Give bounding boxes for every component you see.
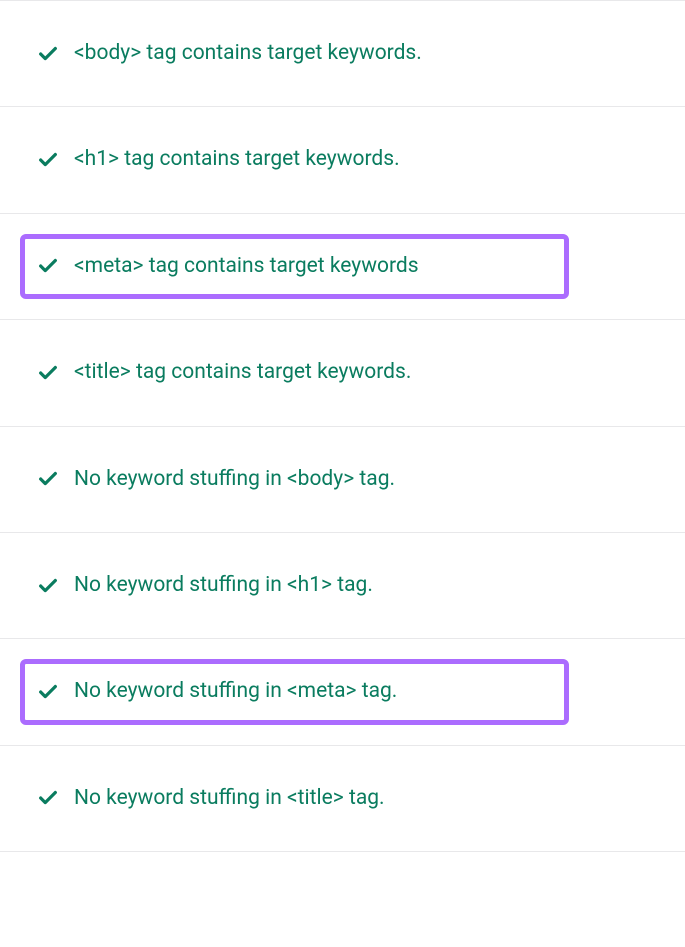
check-item-body-keywords[interactable]: <body> tag contains target keywords. [0,0,685,107]
check-text: No keyword stuffing in <body> tag. [74,465,395,494]
check-text: No keyword stuffing in <meta> tag. [74,677,397,706]
checkmark-icon [36,786,60,810]
check-item-h1-stuffing[interactable]: No keyword stuffing in <h1> tag. [0,533,685,639]
checkmark-icon [36,467,60,491]
check-text: <h1> tag contains target keywords. [74,145,400,174]
checkmark-icon [36,148,60,172]
check-text: No keyword stuffing in <title> tag. [74,784,385,813]
check-item-h1-keywords[interactable]: <h1> tag contains target keywords. [0,107,685,213]
check-text: No keyword stuffing in <h1> tag. [74,571,373,600]
checkmark-icon [36,574,60,598]
check-item-body-stuffing[interactable]: No keyword stuffing in <body> tag. [0,427,685,533]
checkmark-icon [36,254,60,278]
checkmark-icon [36,361,60,385]
check-item-title-stuffing[interactable]: No keyword stuffing in <title> tag. [0,746,685,852]
checkmark-icon [36,42,60,66]
check-item-title-keywords[interactable]: <title> tag contains target keywords. [0,320,685,426]
check-text: <title> tag contains target keywords. [74,358,411,387]
check-item-meta-stuffing[interactable]: No keyword stuffing in <meta> tag. [0,639,685,745]
check-item-meta-keywords[interactable]: <meta> tag contains target keywords [0,214,685,320]
seo-checklist: <body> tag contains target keywords. <h1… [0,0,685,852]
check-text: <body> tag contains target keywords. [74,39,422,68]
checkmark-icon [36,680,60,704]
check-text: <meta> tag contains target keywords [74,252,419,281]
